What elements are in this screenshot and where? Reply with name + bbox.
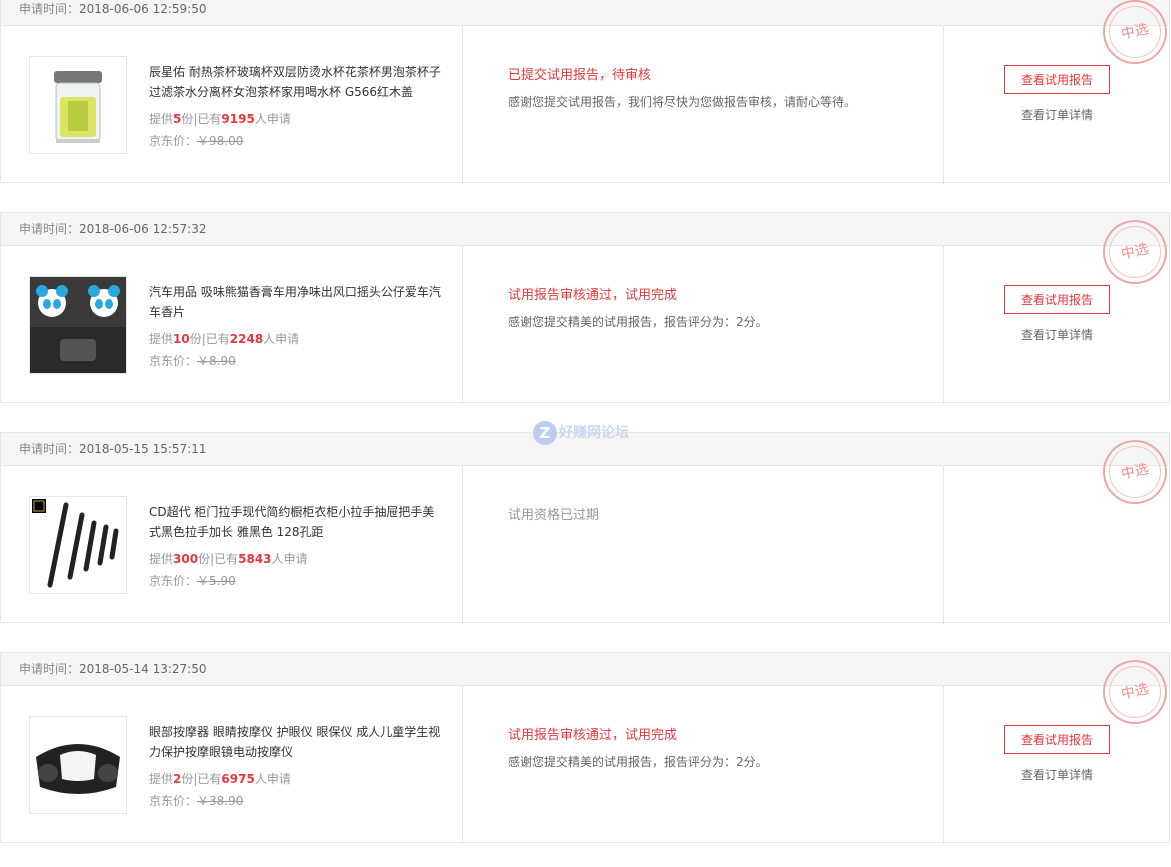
z-logo-icon: Z bbox=[533, 421, 557, 445]
view-order-detail-link[interactable]: 查看订单详情 bbox=[1004, 106, 1110, 123]
jd-price: 京东价：￥5.90 bbox=[149, 574, 236, 588]
supply-info: 提供10份|已有2248人申请 bbox=[149, 332, 300, 346]
product-name[interactable]: CD超代 柜门拉手现代简约橱柜衣柜小拉手抽屉把手美式黑色拉手加长 雅黑色 128… bbox=[149, 502, 444, 542]
order-header: 申请时间：2018-06-06 12:59:50 bbox=[1, 0, 1169, 26]
apply-time-label: 申请时间： bbox=[19, 222, 80, 236]
view-report-button[interactable]: 查看试用报告 bbox=[1004, 65, 1110, 94]
status-column: 已提交试用报告，待审核 感谢您提交试用报告，我们将尽快为您做报告审核，请耐心等待… bbox=[463, 26, 944, 184]
product-name[interactable]: 辰星佑 耐热茶杯玻璃杯双层防烫水杯花茶杯男泡茶杯子 过滤茶水分离杯女泡茶杯家用喝… bbox=[149, 62, 444, 102]
trial-status: 已提交试用报告，待审核 bbox=[508, 68, 652, 83]
trial-order-card: 申请时间：2018-05-14 13:27:50 眼部按摩器 眼睛按摩仪 护眼仪… bbox=[0, 652, 1171, 844]
supply-count: 10 bbox=[173, 332, 190, 346]
status-description: 感谢您提交精美的试用报告，报告评分为：2分。 bbox=[508, 755, 768, 769]
goods-column: 辰星佑 耐热茶杯玻璃杯双层防烫水杯花茶杯男泡茶杯子 过滤茶水分离杯女泡茶杯家用喝… bbox=[1, 26, 463, 184]
trial-status: 试用报告审核通过，试用完成 bbox=[508, 728, 678, 743]
product-image[interactable] bbox=[29, 716, 127, 814]
status-column: 试用资格已过期 bbox=[463, 466, 944, 624]
goods-column: CD超代 柜门拉手现代简约橱柜衣柜小拉手抽屉把手美式黑色拉手加长 雅黑色 128… bbox=[1, 466, 463, 624]
action-column: 中选 bbox=[944, 434, 1171, 624]
order-header: 申请时间：2018-06-06 12:57:32 bbox=[1, 213, 1169, 246]
product-meta: 提供2份|已有6975人申请 京东价：￥38.90 bbox=[149, 768, 291, 812]
product-meta: 提供300份|已有5843人申请 京东价：￥5.90 bbox=[149, 548, 308, 592]
forum-watermark: Z 好赚网论坛 bbox=[533, 419, 629, 447]
jd-price: 京东价：￥98.00 bbox=[149, 134, 244, 148]
view-order-detail-link[interactable]: 查看订单详情 bbox=[1004, 766, 1110, 783]
trial-order-card: 申请时间：2018-06-06 12:59:50 辰星佑 耐热茶杯玻璃杯双层防烫… bbox=[0, 0, 1171, 184]
apply-time: 2018-05-15 15:57:11 bbox=[79, 442, 207, 456]
product-meta: 提供10份|已有2248人申请 京东价：￥8.90 bbox=[149, 328, 299, 372]
supply-info: 提供5份|已有9195人申请 bbox=[149, 112, 291, 126]
status-column: 试用报告审核通过，试用完成 感谢您提交精美的试用报告，报告评分为：2分。 bbox=[463, 686, 944, 844]
applicant-count: 6975 bbox=[221, 772, 255, 786]
apply-time-label: 申请时间： bbox=[19, 2, 80, 16]
applicant-count: 2248 bbox=[229, 332, 264, 346]
product-meta: 提供5份|已有9195人申请 京东价：￥98.00 bbox=[149, 108, 291, 152]
product-name[interactable]: 眼部按摩器 眼睛按摩仪 护眼仪 眼保仪 成人儿童学生视力保护按摩眼镜电动按摩仪 bbox=[149, 722, 444, 762]
product-image[interactable] bbox=[29, 56, 127, 154]
order-header: 申请时间：2018-05-14 13:27:50 bbox=[1, 653, 1169, 686]
status-description: 感谢您提交精美的试用报告，报告评分为：2分。 bbox=[508, 315, 768, 329]
product-name[interactable]: 汽车用品 吸味熊猫香膏车用净味出风口摇头公仔爱车汽车香片 bbox=[149, 282, 444, 322]
apply-time: 2018-06-06 12:57:32 bbox=[79, 222, 207, 236]
action-column: 中选 查看试用报告 查看订单详情 bbox=[944, 214, 1171, 404]
apply-time: 2018-05-14 13:27:50 bbox=[79, 662, 207, 676]
product-image[interactable] bbox=[29, 276, 127, 374]
trial-order-card: 申请时间：2018-06-06 12:57:32 汽车用品 吸味熊猫香膏车用净味… bbox=[0, 212, 1171, 404]
status-column: 试用报告审核通过，试用完成 感谢您提交精美的试用报告，报告评分为：2分。 bbox=[463, 246, 944, 404]
supply-info: 提供2份|已有6975人申请 bbox=[149, 772, 291, 786]
supply-count: 300 bbox=[173, 552, 199, 566]
apply-time-label: 申请时间： bbox=[19, 442, 80, 456]
trial-order-card: 申请时间：2018-05-15 15:57:11 CD超代 柜门拉手现代简约橱柜… bbox=[0, 432, 1171, 624]
action-column: 中选 查看试用报告 查看订单详情 bbox=[944, 654, 1171, 844]
jd-price: 京东价：￥38.90 bbox=[149, 794, 244, 808]
trial-status: 试用资格已过期 bbox=[508, 508, 600, 523]
jd-price: 京东价：￥8.90 bbox=[149, 354, 236, 368]
trial-status: 试用报告审核通过，试用完成 bbox=[508, 288, 678, 303]
goods-column: 汽车用品 吸味熊猫香膏车用净味出风口摇头公仔爱车汽车香片 提供10份|已有224… bbox=[1, 246, 463, 404]
goods-column: 眼部按摩器 眼睛按摩仪 护眼仪 眼保仪 成人儿童学生视力保护按摩眼镜电动按摩仪 … bbox=[1, 686, 463, 844]
applicant-count: 9195 bbox=[221, 112, 255, 126]
view-report-button[interactable]: 查看试用报告 bbox=[1004, 285, 1110, 314]
product-image[interactable] bbox=[29, 496, 127, 594]
apply-time-label: 申请时间： bbox=[19, 662, 80, 676]
apply-time: 2018-06-06 12:59:50 bbox=[79, 2, 207, 16]
status-description: 感谢您提交试用报告，我们将尽快为您做报告审核，请耐心等待。 bbox=[508, 95, 857, 109]
supply-info: 提供300份|已有5843人申请 bbox=[149, 552, 308, 566]
applicant-count: 5843 bbox=[238, 552, 272, 566]
view-order-detail-link[interactable]: 查看订单详情 bbox=[1004, 326, 1110, 343]
view-report-button[interactable]: 查看试用报告 bbox=[1004, 725, 1110, 754]
action-column: 中选 查看试用报告 查看订单详情 bbox=[944, 0, 1171, 184]
